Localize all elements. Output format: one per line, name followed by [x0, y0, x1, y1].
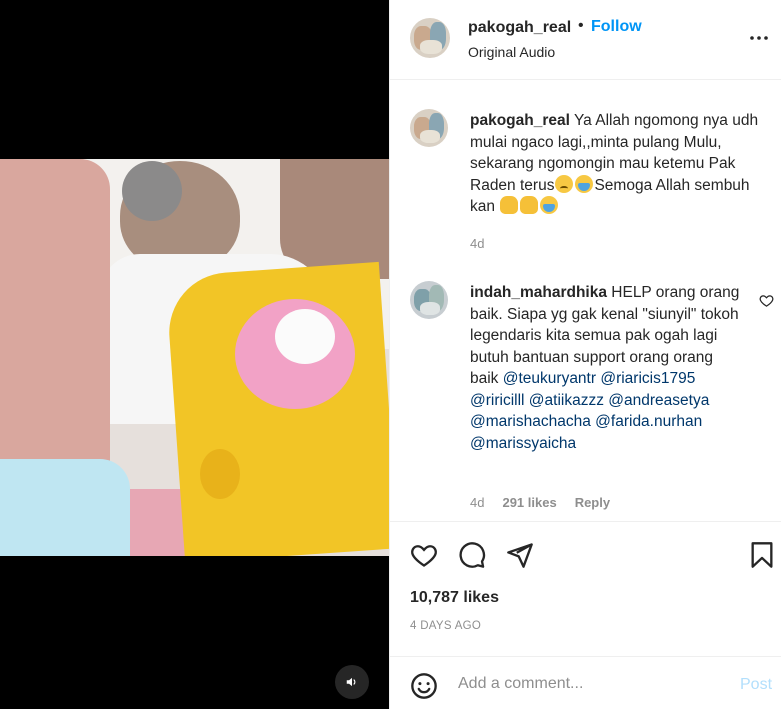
post-actions: 10,787 likes 4 DAYS AGO: [390, 521, 781, 656]
post-media[interactable]: [0, 0, 389, 709]
comment-icon[interactable]: [458, 541, 486, 569]
caption-username[interactable]: pakogah_real: [470, 112, 570, 129]
comment-input[interactable]: [458, 669, 728, 699]
video-frame[interactable]: [0, 159, 389, 556]
mention-link[interactable]: @teukuryantr: [503, 370, 596, 387]
comment-meta: 4d 291 likes Reply: [470, 495, 610, 510]
post-button[interactable]: Post: [740, 676, 772, 694]
reply-button[interactable]: Reply: [575, 495, 610, 510]
avatar[interactable]: [410, 18, 450, 58]
post-header: pakogah_real • Follow Original Audio: [390, 0, 781, 80]
more-horizontal-icon[interactable]: [747, 26, 771, 50]
likes-count[interactable]: 10,787 likes: [410, 589, 499, 607]
mention-link[interactable]: @andreasetya: [608, 392, 709, 409]
comments-section[interactable]: pakogah_real Ya Allah ngomong nya udh mu…: [390, 81, 781, 521]
mention-link[interactable]: @riaricis1795: [600, 370, 695, 387]
video-sleeve: [0, 459, 130, 556]
video-blanket-pattern: [275, 309, 335, 364]
comment-text: indah_mahardhika HELP orang orang baik. …: [470, 282, 740, 454]
crying-face-icon: [575, 174, 594, 193]
mention-link[interactable]: @atiikazzz: [529, 392, 604, 409]
avatar[interactable]: [410, 109, 448, 147]
smiley-icon[interactable]: [410, 672, 438, 700]
comment-username[interactable]: indah_mahardhika: [470, 284, 607, 301]
video-hair: [122, 161, 182, 221]
paper-plane-icon[interactable]: [506, 541, 534, 569]
heart-icon[interactable]: [410, 541, 438, 569]
audio-label[interactable]: Original Audio: [468, 44, 555, 60]
mention-link[interactable]: @marissyaicha: [470, 435, 576, 452]
caption-time[interactable]: 4d: [470, 236, 484, 251]
mention-link[interactable]: @riricilll: [470, 392, 524, 409]
follow-button[interactable]: Follow: [591, 18, 642, 36]
bookmark-icon[interactable]: [748, 541, 776, 569]
mention-link[interactable]: @marishachacha: [470, 413, 591, 430]
pray-icon: [500, 196, 519, 214]
post-date[interactable]: 4 DAYS AGO: [410, 620, 481, 632]
speaker-icon: [346, 677, 356, 687]
separator-dot: •: [578, 17, 584, 34]
audio-toggle-button[interactable]: [335, 665, 369, 699]
comment-likes[interactable]: 291 likes: [502, 495, 556, 510]
comment-time[interactable]: 4d: [470, 495, 484, 510]
post-panel: pakogah_real • Follow Original Audio pak…: [389, 0, 781, 709]
caption-meta: 4d: [470, 236, 484, 251]
pray-icon: [520, 196, 539, 214]
video-blanket-pattern: [200, 449, 240, 499]
caption-text: pakogah_real Ya Allah ngomong nya udh mu…: [470, 110, 760, 218]
comment-like-icon[interactable]: [759, 293, 774, 308]
crying-face-icon: [540, 196, 559, 214]
avatar[interactable]: [410, 281, 448, 319]
add-comment-bar: Post: [390, 656, 781, 709]
mention-link[interactable]: @farida.nurhan: [595, 413, 702, 430]
sad-face-icon: [555, 174, 574, 193]
header-username[interactable]: pakogah_real: [468, 19, 571, 37]
